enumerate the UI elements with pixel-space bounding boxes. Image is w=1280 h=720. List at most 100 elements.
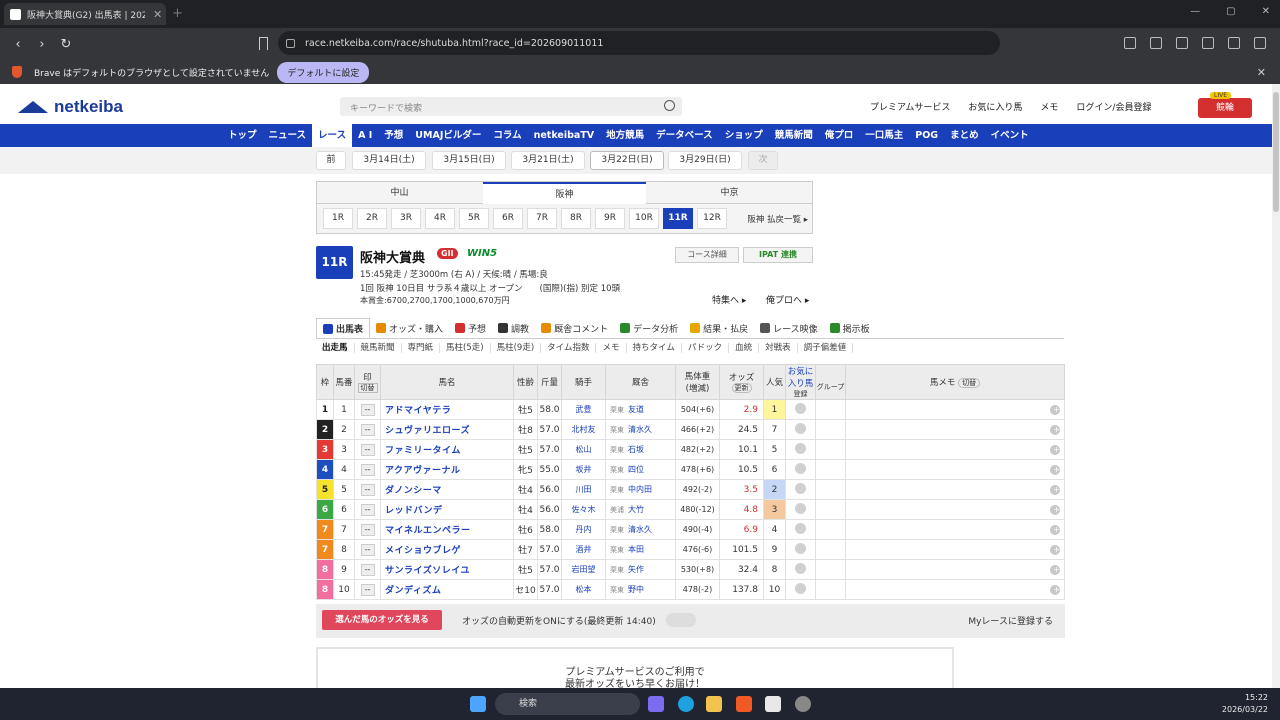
ipat-link-button[interactable]: IPAT 連携 [743,247,813,263]
jockey-link[interactable]: 佐々木 [561,499,606,520]
memo-cell[interactable]: + [845,439,1065,460]
nav-item[interactable]: 地方競馬 [600,124,650,147]
add-memo-icon[interactable]: + [1050,504,1060,515]
mark-cell[interactable]: -- [354,559,381,580]
subtab-item[interactable]: 馬柱(9走) [491,342,542,353]
race-tab-item[interactable]: 厩舎コメント [535,318,614,338]
add-memo-icon[interactable]: + [1050,404,1060,415]
race-tab-item[interactable]: 予想 [449,318,492,338]
odds-cell[interactable]: 10.5 [719,459,764,480]
memo-cell[interactable]: + [845,559,1065,580]
table-row[interactable]: 3 3 -- ファミリータイム 牡5 57.0 松山 栗東 石坂 482(+2) 10.1 5 + [316,439,1065,460]
favorite-cell[interactable] [785,539,816,560]
netkeiba-logo[interactable]: netkeiba [18,97,123,117]
premium-link[interactable]: プレミアムサービス [870,100,950,113]
table-row[interactable]: 8 9 -- サンライズソレイユ 牡5 57.0 岩田望 栗東 矢作 530(+8) 32.4 8 + [316,559,1065,580]
race-tab[interactable]: 4R [425,208,455,229]
add-memo-icon[interactable]: + [1050,584,1060,595]
mark-cell[interactable]: -- [354,419,381,440]
trainer-link[interactable]: 矢作 [628,565,644,574]
favorite-horse-icon[interactable] [795,442,806,454]
memo-cell[interactable]: + [845,539,1065,560]
subtab-item[interactable]: 調子偏差値 [798,342,854,353]
race-tab[interactable]: 10R [629,208,659,229]
horse-name-link[interactable]: レッドバンデ [380,499,514,520]
nav-item[interactable]: A I [352,124,378,147]
add-memo-icon[interactable]: + [1050,444,1060,455]
race-tab-item[interactable]: 掲示板 [824,318,876,338]
race-tab[interactable]: 8R [561,208,591,229]
mark-select[interactable]: -- [360,563,375,576]
browser-tab[interactable]: 阪神大賞典(G2) 出馬表 | 2026年 ✕ [4,3,166,25]
jockey-link[interactable]: 丹内 [561,519,606,540]
trainer-link[interactable]: 野中 [628,585,644,594]
sidebar-icon[interactable] [1176,37,1188,49]
trainer-link[interactable]: 中内田 [628,485,652,494]
odds-cell[interactable]: 137.8 [719,579,764,600]
col-mark[interactable]: 印切替 [354,364,381,400]
race-tab-item[interactable]: 調教 [492,318,535,338]
horse-name-link[interactable]: ファミリータイム [380,439,514,460]
add-memo-icon[interactable]: + [1050,564,1060,575]
jockey-link[interactable]: 岩田望 [561,559,606,580]
nav-item[interactable]: トップ [222,124,263,147]
race-tab-item[interactable]: レース映像 [754,318,824,338]
taskbar-clock[interactable]: 15:22 2026/03/22 [1222,692,1268,716]
favorite-horse-icon[interactable] [795,422,806,434]
start-icon[interactable] [470,696,486,712]
subtab-item[interactable]: 持ちタイム [627,342,682,353]
subtab-item[interactable]: パドック [682,342,730,353]
memo-toggle-button[interactable]: 切替 [958,378,981,388]
mark-select[interactable]: -- [360,583,375,596]
date-tab[interactable]: 3月21日(土) [511,151,585,170]
date-tab[interactable]: 3月15日(日) [432,151,506,170]
favorite-cell[interactable] [785,419,816,440]
trainer-link[interactable]: 四位 [628,465,644,474]
jockey-link[interactable]: 川田 [561,479,606,500]
edge-icon[interactable] [678,696,694,712]
playlist-icon[interactable] [1150,37,1162,49]
nav-item[interactable]: ニュース [263,124,313,147]
nav-item[interactable]: 競馬新聞 [769,124,819,147]
mark-select[interactable]: -- [360,423,375,436]
add-memo-icon[interactable]: + [1050,484,1060,495]
memo-cell[interactable]: + [845,499,1065,520]
prev-date-button[interactable]: 前 [316,151,346,170]
mark-select[interactable]: -- [360,463,375,476]
race-tab[interactable]: 6R [493,208,523,229]
taskbar-search[interactable]: 検索 [495,693,640,715]
table-row[interactable]: 1 1 -- アドマイヤテラ 牡5 58.0 武豊 栗東 友道 504(+6) 2.9 1 + [316,399,1065,420]
favorite-cell[interactable] [785,499,816,520]
favorite-horse-icon[interactable] [795,582,806,594]
race-tab[interactable]: 12R [697,208,727,229]
reload-icon[interactable]: ↻ [60,37,72,52]
memo-link[interactable]: メモ [1040,100,1058,113]
app-icon[interactable] [795,696,811,712]
trainer-cell[interactable]: 栗東 清水久 [605,419,676,440]
mark-select[interactable]: -- [360,503,375,516]
mark-toggle-button[interactable]: 切替 [357,383,378,393]
search-input[interactable]: キーワードで検索 [340,97,682,116]
subtab-item[interactable]: 対戦表 [759,342,798,353]
nav-item[interactable]: 俺プロ [819,124,860,147]
notepad-icon[interactable] [765,696,781,712]
nav-item[interactable]: POG [909,124,944,147]
memo-cell[interactable]: + [845,519,1065,540]
jockey-link[interactable]: 坂井 [561,459,606,480]
favorite-horse-icon[interactable] [795,542,806,554]
race-tab-item[interactable]: データ分析 [614,318,684,338]
favorite-cell[interactable] [785,439,816,460]
race-tab[interactable]: 9R [595,208,625,229]
horse-name-link[interactable]: アドマイヤテラ [380,399,514,420]
auto-update-toggle[interactable] [666,613,696,627]
horse-name-link[interactable]: アクアヴァーナル [380,459,514,480]
subtab-item[interactable]: 専門紙 [402,342,441,353]
trainer-cell[interactable]: 美浦 大竹 [605,499,676,520]
page-scrollbar[interactable] [1272,84,1280,688]
trainer-link[interactable]: 石坂 [628,445,644,454]
odds-refresh-button[interactable]: 更新 [731,383,752,393]
odds-cell[interactable]: 2.9 [719,399,764,420]
add-memo-icon[interactable]: + [1050,464,1060,475]
favorite-cell[interactable] [785,579,816,600]
explorer-icon[interactable] [706,696,722,712]
